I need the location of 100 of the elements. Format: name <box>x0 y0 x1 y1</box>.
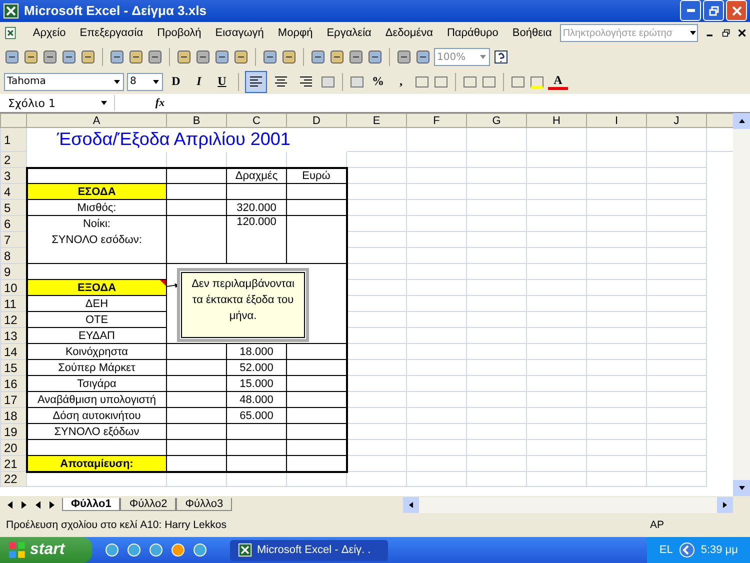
table-cell: ΣΥΝΟΛΟ εξόδων <box>54 426 140 438</box>
insert-function-button[interactable]: fx <box>145 97 175 110</box>
column-header[interactable]: C <box>226 114 286 128</box>
help-icon[interactable] <box>493 49 509 66</box>
minimize-icon <box>686 9 694 12</box>
table-cell: ΔΕΗ <box>85 298 108 310</box>
row-header[interactable]: 18 <box>0 408 26 424</box>
table-cell: 65.000 <box>240 410 274 422</box>
windows-logo-icon <box>8 541 26 560</box>
status-message: Προέλευση σχολίου στο κελί A10: Harry Lekkos <box>6 519 226 532</box>
column-header[interactable]: F <box>406 114 466 128</box>
menu-item[interactable]: Παράθυρο <box>440 27 506 40</box>
table-cell: Αναβάθμιση υπολογιστή <box>37 394 156 406</box>
menu-item[interactable]: Μορφή <box>272 27 321 40</box>
start-button[interactable]: start <box>0 537 92 563</box>
row-header[interactable]: 4 <box>0 184 26 200</box>
row-header[interactable]: 7 <box>0 232 26 248</box>
scroll-up-icon[interactable] <box>738 117 746 126</box>
menu-item[interactable]: Εργαλεία <box>320 27 380 40</box>
table-cell: Αποταμίευση: <box>60 458 134 470</box>
restore-button[interactable] <box>703 0 724 22</box>
row-header[interactable]: 13 <box>0 328 26 344</box>
column-header[interactable]: H <box>526 114 586 128</box>
menu-item[interactable]: Εισαγωγή <box>209 27 272 40</box>
menu-item[interactable]: Επεξεργασία <box>74 27 152 40</box>
table-cell: ΕΣΟΔΑ <box>78 186 116 198</box>
table-cell: 48.000 <box>240 394 274 406</box>
row-header[interactable]: 12 <box>0 312 26 328</box>
zoom-dropdown[interactable]: 100% <box>434 48 490 66</box>
column-header[interactable]: I <box>586 114 646 128</box>
underline-button[interactable]: U <box>212 72 232 91</box>
row-header[interactable]: 14 <box>0 344 26 360</box>
sheet-tab[interactable]: Φύλλο1 <box>62 498 120 512</box>
row-header[interactable]: 5 <box>0 200 26 216</box>
restore-icon[interactable] <box>722 28 730 38</box>
table-cell-text: Νοίκι: ΣΥΝΟΛΟ εσόδων: <box>52 217 142 248</box>
help-search-field[interactable]: Πληκτρολογήστε ερώτησ <box>560 24 698 42</box>
sheet-tab[interactable]: Φύλλο2 <box>120 498 176 512</box>
scroll-down-icon[interactable] <box>738 484 746 492</box>
table-cell: 15.000 <box>240 378 274 390</box>
scroll-left-icon[interactable] <box>407 500 415 509</box>
font-color-button[interactable]: A <box>548 73 568 90</box>
row-header[interactable]: 20 <box>0 440 26 456</box>
row-header[interactable]: 16 <box>0 376 26 392</box>
column-header[interactable]: A <box>26 114 166 128</box>
row-header[interactable]: 6 <box>0 216 26 232</box>
table-cell: 52.000 <box>240 362 274 374</box>
dropdown-arrow-icon[interactable] <box>688 29 697 38</box>
italic-button[interactable]: I <box>189 72 209 91</box>
close-button[interactable] <box>726 0 747 22</box>
dropdown-arrow-icon <box>100 99 108 108</box>
minimize-button[interactable] <box>680 0 701 22</box>
row-header[interactable]: 10 <box>0 280 26 296</box>
table-cell: Σούπερ Μάρκετ <box>58 362 136 374</box>
row-header[interactable]: 3 <box>0 168 26 184</box>
close-icon <box>732 6 742 16</box>
dropdown-arrow-icon <box>152 78 160 86</box>
row-header[interactable]: 8 <box>0 248 26 264</box>
status-indicator: ΑΡ <box>650 519 664 532</box>
close-icon[interactable] <box>738 28 746 38</box>
clock: 5:39 μμ <box>700 544 738 556</box>
row-header[interactable]: 21 <box>0 456 26 472</box>
column-header[interactable]: D <box>286 114 346 128</box>
sheet-tab[interactable]: Φύλλο3 <box>176 498 232 512</box>
menu-item[interactable]: Προβολή <box>151 27 210 40</box>
table-cell: ΟΤΕ <box>85 314 108 326</box>
row-header[interactable]: 15 <box>0 360 26 376</box>
align-icon <box>274 76 288 88</box>
row-header[interactable]: 11 <box>0 296 26 312</box>
menu-item[interactable]: Αρχείο <box>26 27 74 40</box>
scroll-right-icon[interactable] <box>721 500 729 509</box>
excel-document-icon[interactable] <box>4 25 17 42</box>
horizontal-scrollbar[interactable] <box>403 496 733 513</box>
chevron-icon[interactable] <box>678 542 695 558</box>
percent-button[interactable]: % <box>368 72 388 91</box>
sheet-title: Έσοδα/Έξοδα Απριλίου 2001 <box>26 128 346 152</box>
font-size-dropdown[interactable]: 8 <box>127 72 163 91</box>
taskbar-button[interactable]: Microsoft Excel - Δείγ. . <box>230 540 388 561</box>
column-header[interactable]: G <box>466 114 526 128</box>
table-cell: ΕΞΟΔΑ <box>77 282 116 294</box>
row-header[interactable]: 1 <box>0 128 26 152</box>
align-icon <box>299 76 313 88</box>
table-cell: ΕΥΔΑΠ <box>78 330 115 342</box>
column-header[interactable]: J <box>646 114 706 128</box>
column-header[interactable]: B <box>166 114 226 128</box>
row-header[interactable]: 17 <box>0 392 26 408</box>
align-left-button[interactable] <box>245 70 267 93</box>
dropdown-arrow-icon <box>479 53 487 62</box>
menu-item[interactable]: Βοήθεια <box>506 27 560 40</box>
row-header[interactable]: 19 <box>0 424 26 440</box>
menu-item[interactable]: Δεδομένα <box>379 27 441 40</box>
comma-button[interactable]: , <box>391 72 411 91</box>
vertical-scrollbar[interactable] <box>733 113 750 496</box>
font-dropdown[interactable]: Tahoma <box>4 72 124 91</box>
row-header[interactable]: 22 <box>0 472 26 487</box>
column-header[interactable]: E <box>346 114 406 128</box>
row-header[interactable]: 2 <box>0 152 26 168</box>
bold-button[interactable]: D <box>166 72 186 91</box>
fill-color-icon[interactable] <box>529 74 545 90</box>
row-header[interactable]: 9 <box>0 264 26 280</box>
